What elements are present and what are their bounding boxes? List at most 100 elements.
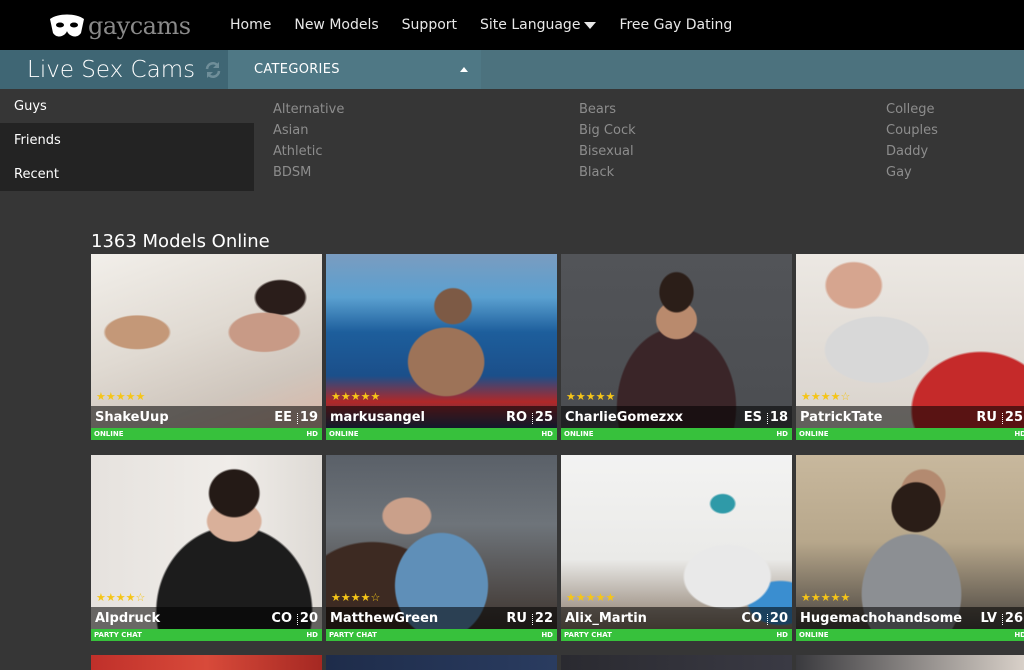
nav-home[interactable]: Home [230,17,271,33]
model-age: 25 [1004,410,1023,425]
model-card[interactable]: ★★★★☆ Alpdruck CO 20 PARTY CHAT HD [91,455,322,641]
hd-badge: HD [1014,631,1024,639]
mask-icon [50,14,84,37]
model-card[interactable]: ★★★★★ Alix_Martin CO 20 PARTY CHAT HD [561,455,792,641]
rating-stars: ★★★★☆ [96,591,146,604]
status-label: PARTY CHAT [564,631,612,639]
status-bar: ONLINE HD [326,428,557,440]
model-name: Hugemachohandsome [800,611,963,626]
model-country: RO [505,410,527,425]
nav-new-models[interactable]: New Models [294,17,378,33]
caret-down-icon [584,21,597,29]
categories-tab-label: CATEGORIES [254,62,340,77]
categories-column-1: Alternative Asian Athletic BDSM [273,99,344,183]
sub-bar-filler [481,50,1024,89]
rating-stars: ★★★★☆ [331,591,381,604]
caret-up-icon [460,67,468,72]
rating-stars: ★★★★★ [331,390,381,403]
status-label: ONLINE [564,430,594,438]
model-card[interactable]: ★★★★☆ MatthewGreen RU 22 PARTY CHAT HD [326,455,557,641]
category-link[interactable]: Big Cock [579,120,636,141]
rating-stars: ★★★★☆ [801,390,851,403]
model-thumbnail-partial[interactable] [561,655,792,670]
model-card[interactable]: ★★★★★ markusangel RO 25 ONLINE HD [326,254,557,440]
nav-free-dating[interactable]: Free Gay Dating [619,17,732,33]
model-thumbnail-partial[interactable] [796,655,1024,670]
model-name: MatthewGreen [330,611,439,626]
category-link[interactable]: Black [579,162,636,183]
model-age: 19 [299,410,318,425]
category-link[interactable]: Alternative [273,99,344,120]
status-bar: ONLINE HD [91,428,322,440]
categories-panel: Alternative Asian Athletic BDSM Bears Bi… [0,99,1024,189]
model-card[interactable]: ★★★★☆ PatrickTate RU 25 ONLINE HD [796,254,1024,440]
model-country: EE [274,410,292,425]
model-country: RU [976,410,997,425]
categories-column-2: Bears Big Cock Bisexual Black [579,99,636,183]
model-thumbnail-partial[interactable] [91,655,322,670]
model-country: ES [743,410,762,425]
model-country: RU [506,611,527,626]
model-card[interactable]: ★★★★★ CharlieGomezxx ES 18 ONLINE HD [561,254,792,440]
model-name: ShakeUup [95,410,169,425]
category-link[interactable]: Gay [886,162,938,183]
model-age: 22 [534,611,553,626]
hd-badge: HD [776,631,788,639]
logo-text: gaycams [88,12,191,40]
live-sex-cams-header: Live Sex Cams [0,50,228,89]
top-nav-bar: gaycams Home New Models Support Site Lan… [0,0,1024,50]
hd-badge: HD [306,430,318,438]
rating-stars: ★★★★★ [566,390,616,403]
status-bar: PARTY CHAT HD [561,629,792,641]
status-bar: ONLINE HD [796,629,1024,641]
category-link[interactable]: Couples [886,120,938,141]
category-link[interactable]: Bears [579,99,636,120]
hd-badge: HD [541,430,553,438]
category-link[interactable]: College [886,99,938,120]
category-link[interactable]: Daddy [886,141,938,162]
model-age: 26 [1004,611,1023,626]
models-online-heading: 1363 Models Online [91,231,270,252]
rating-stars: ★★★★★ [566,591,616,604]
status-bar: ONLINE HD [796,428,1024,440]
model-country: LV [980,611,997,626]
site-language-label: Site Language [480,17,581,33]
hd-badge: HD [541,631,553,639]
rating-stars: ★★★★★ [801,591,851,604]
category-link[interactable]: Athletic [273,141,344,162]
site-logo[interactable]: gaycams [48,10,191,42]
status-label: ONLINE [799,430,829,438]
status-bar: PARTY CHAT HD [326,629,557,641]
status-label: PARTY CHAT [329,631,377,639]
model-name: markusangel [330,410,425,425]
status-label: ONLINE [94,430,124,438]
model-thumbnail-partial[interactable] [326,655,557,670]
model-name: CharlieGomezxx [565,410,684,425]
model-country: CO [271,611,292,626]
status-label: ONLINE [329,430,359,438]
hd-badge: HD [1014,430,1024,438]
model-card[interactable]: ★★★★★ ShakeUup EE 19 ONLINE HD [91,254,322,440]
category-link[interactable]: Bisexual [579,141,636,162]
category-link[interactable]: Asian [273,120,344,141]
sub-bar: Live Sex Cams CATEGORIES [0,50,1024,89]
nav-site-language[interactable]: Site Language [480,17,597,33]
model-country: CO [741,611,762,626]
hd-badge: HD [306,631,318,639]
hd-badge: HD [776,430,788,438]
status-label: ONLINE [799,631,829,639]
status-label: PARTY CHAT [94,631,142,639]
category-link[interactable]: BDSM [273,162,344,183]
main-nav: Home New Models Support Site Language Fr… [230,0,755,50]
nav-support[interactable]: Support [402,17,457,33]
categories-column-3: College Couples Daddy Gay [886,99,938,183]
model-card[interactable]: ★★★★★ Hugemachohandsome LV 26 ONLINE HD [796,455,1024,641]
categories-tab[interactable]: CATEGORIES [228,50,481,89]
refresh-icon[interactable] [203,60,223,80]
status-bar: PARTY CHAT HD [91,629,322,641]
model-name: Alix_Martin [565,611,647,626]
model-name: PatrickTate [800,410,883,425]
rating-stars: ★★★★★ [96,390,146,403]
page-title: Live Sex Cams [27,56,196,83]
status-bar: ONLINE HD [561,428,792,440]
